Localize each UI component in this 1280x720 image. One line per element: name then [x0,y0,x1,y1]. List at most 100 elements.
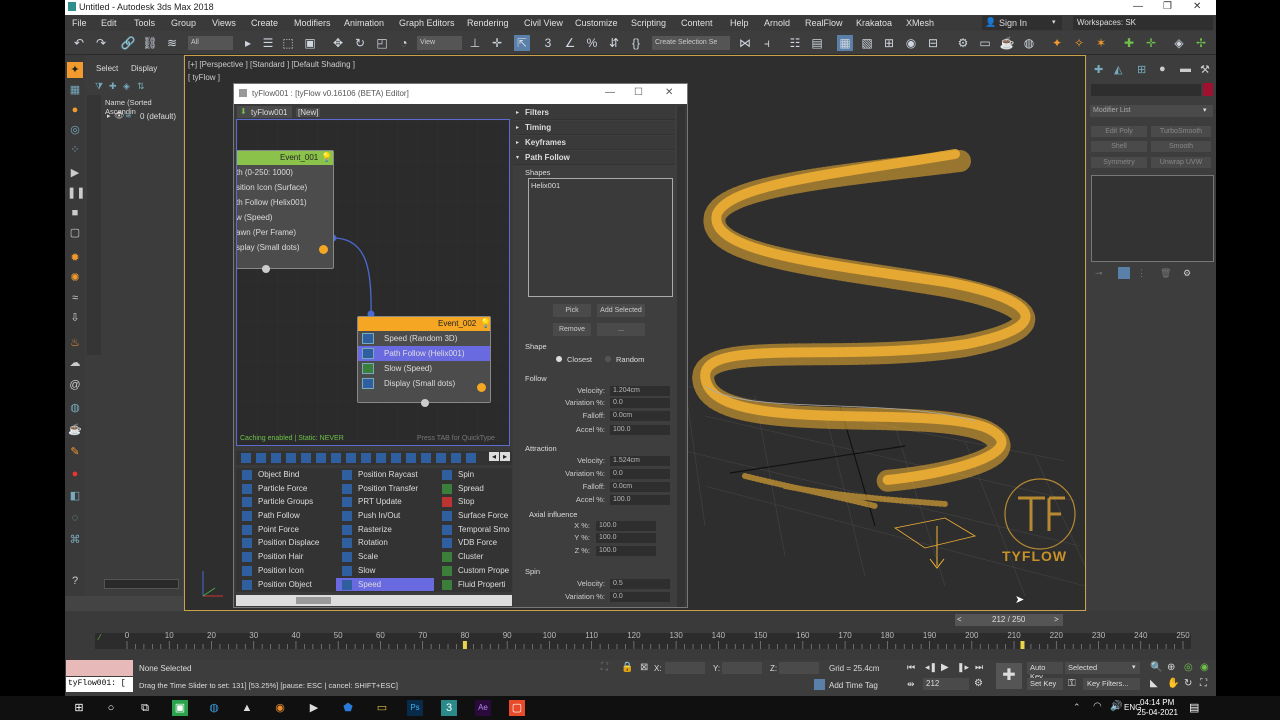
op-position-displace[interactable]: Position Displace [236,536,334,550]
lightbulb-icon[interactable]: 💡 [321,152,332,163]
help-icon[interactable]: ? [67,573,83,589]
category-icon[interactable] [451,453,461,463]
realflow-app-icon[interactable]: ⬟ [340,700,356,716]
after-effects-icon[interactable]: Ae [475,700,491,716]
menu-civil-view[interactable]: Civil View [524,18,563,28]
photo-app-icon[interactable]: ▲ [239,700,255,716]
category-icon[interactable] [286,453,296,463]
spin-variation-spinner[interactable]: 0.0 [610,592,670,602]
make-unique-icon[interactable]: ⋮ [1137,268,1146,279]
pin-stack-icon[interactable]: ⊸ [1095,268,1103,279]
op-path-follow[interactable]: Path Follow [236,509,334,523]
menu-group[interactable]: Group [171,18,196,28]
windows-start-icon[interactable]: ⊞ [71,700,87,716]
key-set-dropdown[interactable]: Selected ▾ [1065,662,1140,674]
window-crossing-icon[interactable]: ▣ [302,35,318,51]
place-icon[interactable]: ◔ [396,35,412,51]
prev-frame-icon[interactable]: ◂❚ [925,662,937,673]
event-002-header[interactable]: Event_002 [358,317,490,331]
slider-left-icon[interactable]: < [957,615,962,624]
key-mode-icon[interactable]: ⇹ [907,679,915,690]
schematic-view-icon[interactable]: ⊞ [881,35,897,51]
event-001-op-spawn[interactable]: awn (Per Frame) [237,225,333,240]
follow-accel-spinner[interactable]: 100.0 [610,425,670,435]
play-icon[interactable]: ▶ [67,165,83,181]
event-001-header[interactable]: Event_001 [237,151,333,165]
eye-icon[interactable]: 👁 [114,111,124,120]
lock-icon[interactable]: 🔒 [621,662,633,673]
maxscript-listener-top[interactable] [66,660,133,676]
attraction-falloff-spinner[interactable]: 0.0cm [610,482,670,492]
category-icon[interactable] [241,453,251,463]
tab-select[interactable]: Select [96,64,118,73]
scale-icon[interactable]: ◰ [374,35,390,51]
menu-edit[interactable]: Edit [101,18,117,28]
material-editor-icon[interactable]: ◉ [903,35,919,51]
video-app-icon[interactable]: ▶ [306,700,322,716]
rollout-keyframes[interactable]: Keyframes [513,136,675,150]
app-icon[interactable]: ▣ [172,700,188,716]
menu-graph-editors[interactable]: Graph Editors [399,18,455,28]
add-time-tag-button[interactable]: Add Time Tag [829,681,878,690]
stop-icon[interactable]: ■ [67,205,83,221]
wind-icon[interactable]: ≈ [67,290,83,306]
set-key-button[interactable]: Set Key [1027,678,1063,690]
network-icon[interactable]: ⌘ [67,532,83,548]
snaps-icon[interactable]: 3 [540,35,556,51]
display-dot-icon[interactable] [319,245,328,254]
op-position-hair[interactable]: Position Hair [236,550,334,564]
y-coordinate-field[interactable] [722,662,762,674]
keyframe-marker[interactable] [462,641,467,649]
layer-icon[interactable]: ◈ [123,81,130,92]
maximize-viewport-icon[interactable]: ⛶ [1200,678,1207,689]
globe-icon[interactable]: ◍ [67,400,83,416]
notification-icon[interactable]: ▤ [1189,701,1199,714]
teapot-render-icon[interactable]: ☕ [999,35,1015,51]
absolute-mode-icon[interactable]: ⊠ [640,662,648,673]
category-icon[interactable] [331,453,341,463]
smooth-button[interactable]: Smooth [1151,141,1211,152]
pause-icon[interactable]: ❚❚ [67,185,85,201]
tycache-icon[interactable]: ✶ [1093,35,1109,51]
op-fluid-properties[interactable]: Fluid Properti [436,578,512,592]
render-setup-icon[interactable]: ⚙ [955,35,971,51]
event-002-node[interactable]: Event_002 💡 Speed (Random 3D) Path Follo… [357,316,491,407]
menu-customize[interactable]: Customize [575,18,618,28]
grid-icon[interactable]: ▦ [67,82,83,98]
op-scale[interactable]: Scale [336,550,434,564]
lightbulb-icon[interactable]: 💡 [480,318,491,329]
pick-button[interactable]: Pick [553,304,591,317]
menu-xmesh[interactable]: XMesh [906,18,934,28]
op-custom-properties[interactable]: Custom Prope [436,564,512,578]
create-tab-icon[interactable]: ✚ [1094,63,1103,76]
attraction-accel-spinner[interactable]: 100.0 [610,495,670,505]
xmesh-icon[interactable]: ✢ [1193,35,1209,51]
category-icon[interactable] [256,453,266,463]
bind-spacewarp-icon[interactable]: ≋ [164,35,180,51]
tyflow-editor-icon[interactable]: ✧ [1071,35,1087,51]
pan-icon[interactable]: ✋ [1167,678,1179,689]
record-icon[interactable]: ● [67,466,83,482]
rect-selection-icon[interactable]: ⬚ [280,35,296,51]
fire-icon[interactable]: ✹ [67,250,83,266]
time-tag-icon[interactable] [814,679,825,690]
goto-start-icon[interactable]: ⏮ [907,662,915,673]
curve-editor-icon[interactable]: ▧ [859,35,875,51]
event-001-op-position-icon[interactable]: sition Icon (Surface) [237,180,333,195]
op-prt-update[interactable]: PRT Update [336,495,434,509]
selection-filter-dropdown[interactable]: All [188,36,233,50]
cloud-icon[interactable]: ☁ [67,355,83,371]
follow-variation-spinner[interactable]: 0.0 [610,398,670,408]
krakatoa-icon[interactable]: ◈ [1171,35,1187,51]
goto-end-icon[interactable]: ⏭ [975,662,983,673]
volume-icon[interactable]: 🔊 [1110,701,1122,712]
flow-graph[interactable]: Event_001 💡 th (0-250: 1000) sition Icon… [236,119,510,446]
event-002-op-speed[interactable]: Speed (Random 3D) [358,331,490,346]
remove-modifier-icon[interactable]: 🗑 [1160,268,1171,279]
slate-material-icon[interactable]: ⊟ [925,35,941,51]
pivot-icon[interactable]: ⊥ [467,35,483,51]
next-frame-icon[interactable]: ❚▸ [957,662,969,673]
expand-icon[interactable]: ▸ [107,112,111,120]
menu-rendering[interactable]: Rendering [467,18,509,28]
named-selection-dropdown[interactable]: Create Selection Se [652,36,730,50]
